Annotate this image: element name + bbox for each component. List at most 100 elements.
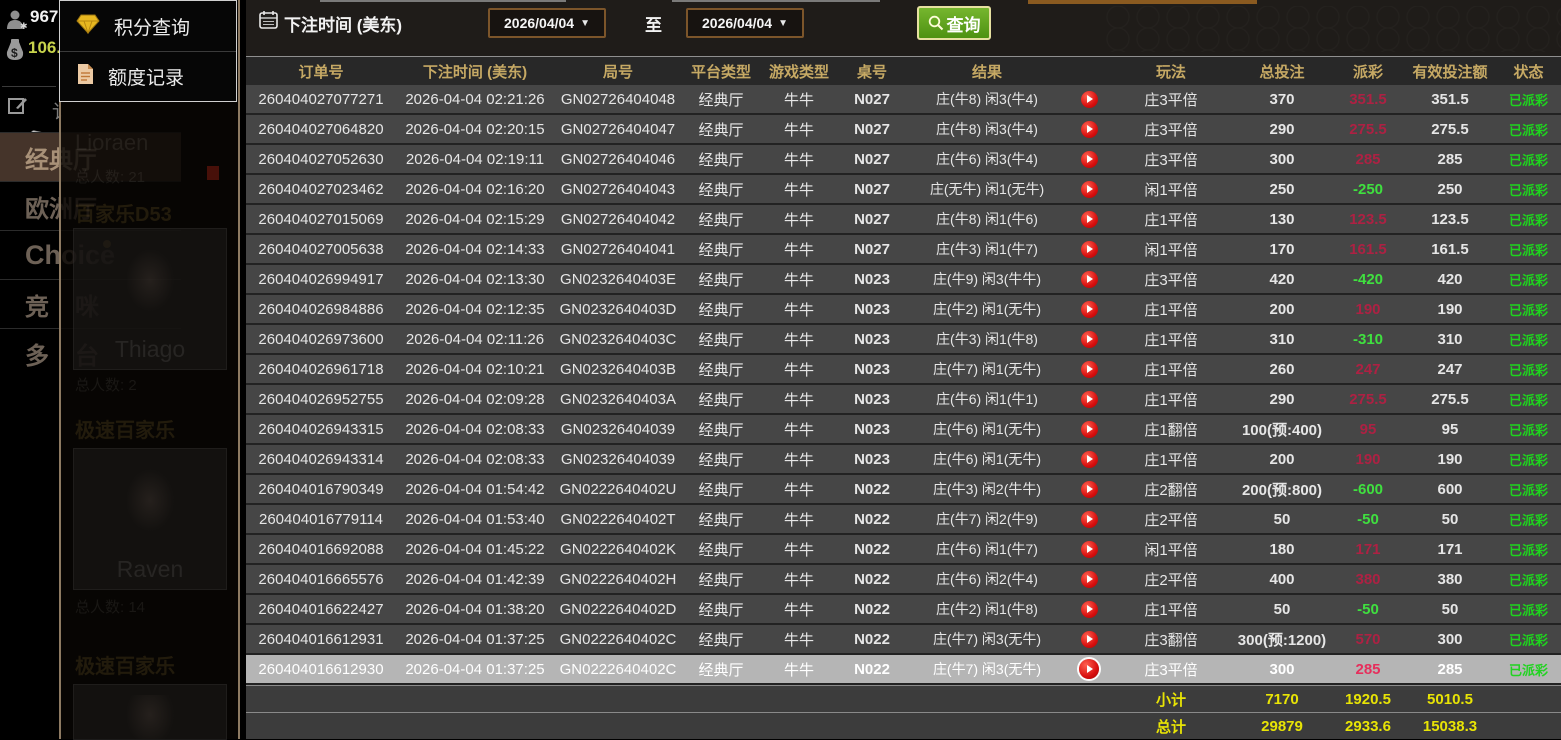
cell-result: 庄(牛3) 闲2(牛牛) bbox=[906, 475, 1068, 503]
lobby-player-count: 总人数: 21 bbox=[75, 166, 145, 187]
play-replay-button[interactable] bbox=[1081, 301, 1098, 318]
cell-total-bet: 290 bbox=[1232, 115, 1332, 143]
table-row[interactable]: 2604040269848862026-04-04 02:12:35GN0232… bbox=[246, 295, 1561, 325]
play-replay-button[interactable] bbox=[1081, 241, 1098, 258]
cell-total-bet: 300 bbox=[1232, 655, 1332, 683]
cell-play-type: 庄2翻倍 bbox=[1110, 475, 1232, 503]
cell-game-type: 牛牛 bbox=[760, 115, 838, 143]
cell-order-number: 260404026943315 bbox=[246, 415, 396, 443]
cell-result: 庄(牛7) 闲1(无牛) bbox=[906, 355, 1068, 383]
cell-round-number: GN02726404041 bbox=[554, 235, 682, 263]
table-row[interactable]: 2604040166920882026-04-04 01:45:22GN0222… bbox=[246, 535, 1561, 565]
cell-table-number: N023 bbox=[838, 415, 906, 443]
table-row[interactable]: 2604040269617182026-04-04 02:10:21GN0232… bbox=[246, 355, 1561, 385]
table-row[interactable]: 2604040270150692026-04-04 02:15:29GN0272… bbox=[246, 205, 1561, 235]
menu-item-label: 额度记录 bbox=[108, 63, 184, 90]
cell-game-type: 牛牛 bbox=[760, 415, 838, 443]
lobby-player-count: 总人数: 2 bbox=[75, 374, 137, 395]
table-row[interactable]: 2604040166129302026-04-04 01:37:25GN0222… bbox=[246, 655, 1561, 685]
cell-bet-time: 2026-04-04 01:37:25 bbox=[396, 625, 554, 653]
cell-table-number: N022 bbox=[838, 595, 906, 623]
cell-round-number: GN02326404039 bbox=[554, 445, 682, 473]
cell-payout: 247 bbox=[1332, 355, 1404, 383]
play-replay-button[interactable] bbox=[1081, 481, 1098, 498]
play-replay-button[interactable] bbox=[1081, 181, 1098, 198]
table-row[interactable]: 2604040269736002026-04-04 02:11:26GN0232… bbox=[246, 325, 1561, 355]
play-replay-button[interactable] bbox=[1081, 541, 1098, 558]
cell-status: 已派彩 bbox=[1496, 145, 1561, 173]
table-row[interactable]: 2604040269433152026-04-04 02:08:33GN0232… bbox=[246, 415, 1561, 445]
table-row[interactable]: 2604040270648202026-04-04 02:20:15GN0272… bbox=[246, 115, 1561, 145]
cell-order-number: 260404016612930 bbox=[246, 655, 396, 683]
table-row[interactable]: 2604040270772712026-04-04 02:21:26GN0272… bbox=[246, 85, 1561, 115]
cell-play-type: 闲1平倍 bbox=[1110, 235, 1232, 263]
play-replay-button[interactable] bbox=[1081, 631, 1098, 648]
play-replay-button[interactable] bbox=[1081, 601, 1098, 618]
table-row[interactable]: 2604040270056382026-04-04 02:14:33GN0272… bbox=[246, 235, 1561, 265]
play-replay-button[interactable] bbox=[1081, 331, 1098, 348]
cell-payout: 95 bbox=[1332, 415, 1404, 443]
table-row[interactable]: 2604040166224272026-04-04 01:38:20GN0222… bbox=[246, 595, 1561, 625]
divider bbox=[2, 86, 56, 87]
play-replay-button[interactable] bbox=[1081, 391, 1098, 408]
cell-order-number: 260404027064820 bbox=[246, 115, 396, 143]
cell-platform-type: 经典厅 bbox=[682, 505, 760, 533]
table-row[interactable]: 2604040270234622026-04-04 02:16:20GN0272… bbox=[246, 175, 1561, 205]
cell-valid-bet: 285 bbox=[1404, 145, 1496, 173]
table-row[interactable]: 2604040166655762026-04-04 01:42:39GN0222… bbox=[246, 565, 1561, 595]
column-header: 局号 bbox=[554, 57, 682, 85]
cell-result: 庄(牛8) 闲3(牛4) bbox=[906, 115, 1068, 143]
table-row[interactable]: 2604040166129312026-04-04 01:37:25GN0222… bbox=[246, 625, 1561, 655]
cell-play-type: 庄1平倍 bbox=[1110, 595, 1232, 623]
cell-valid-bet: 123.5 bbox=[1404, 205, 1496, 233]
cell-replay bbox=[1068, 415, 1110, 443]
cell-replay bbox=[1068, 445, 1110, 473]
summary-total-bet: 7170 bbox=[1232, 686, 1332, 712]
cell-bet-time: 2026-04-04 02:11:26 bbox=[396, 325, 554, 353]
diamond-icon bbox=[76, 14, 100, 39]
play-replay-button[interactable] bbox=[1081, 91, 1098, 108]
cell-platform-type: 经典厅 bbox=[682, 565, 760, 593]
date-to-picker[interactable]: 2026/04/04 ▼ bbox=[686, 8, 804, 38]
cell-bet-time: 2026-04-04 02:16:20 bbox=[396, 175, 554, 203]
table-row[interactable]: 2604040167791142026-04-04 01:53:40GN0222… bbox=[246, 505, 1561, 535]
cell-game-type: 牛牛 bbox=[760, 85, 838, 113]
play-replay-button[interactable] bbox=[1081, 211, 1098, 228]
cell-bet-time: 2026-04-04 02:15:29 bbox=[396, 205, 554, 233]
summary-row: 总计298792933.615038.3 bbox=[246, 712, 1561, 739]
play-replay-button[interactable] bbox=[1081, 271, 1098, 288]
cell-status: 已派彩 bbox=[1496, 385, 1561, 413]
play-replay-button[interactable] bbox=[1081, 121, 1098, 138]
play-replay-button[interactable] bbox=[1079, 659, 1099, 679]
play-replay-button[interactable] bbox=[1081, 571, 1098, 588]
date-from-picker[interactable]: 2026/04/04 ▼ bbox=[488, 8, 606, 38]
menu-item-0[interactable]: 积分查询 bbox=[60, 1, 236, 51]
play-replay-button[interactable] bbox=[1081, 151, 1098, 168]
money-bag-icon: $ bbox=[3, 36, 27, 62]
column-header-spacer bbox=[1068, 57, 1110, 85]
table-row[interactable]: 2604040270526302026-04-04 02:19:11GN0272… bbox=[246, 145, 1561, 175]
search-button[interactable]: 查询 bbox=[917, 6, 991, 40]
cell-status: 已派彩 bbox=[1496, 205, 1561, 233]
cell-status: 已派彩 bbox=[1496, 265, 1561, 293]
cell-table-number: N027 bbox=[838, 145, 906, 173]
menu-item-1[interactable]: 额度记录 bbox=[60, 51, 236, 101]
play-replay-button[interactable] bbox=[1081, 361, 1098, 378]
cell-table-number: N023 bbox=[838, 445, 906, 473]
play-replay-button[interactable] bbox=[1081, 421, 1098, 438]
cell-play-type: 庄3平倍 bbox=[1110, 655, 1232, 683]
cell-table-number: N022 bbox=[838, 535, 906, 563]
table-row[interactable]: 2604040269433142026-04-04 02:08:33GN0232… bbox=[246, 445, 1561, 475]
cell-valid-bet: 190 bbox=[1404, 295, 1496, 323]
table-row[interactable]: 2604040269949172026-04-04 02:13:30GN0232… bbox=[246, 265, 1561, 295]
play-replay-button[interactable] bbox=[1081, 511, 1098, 528]
table-row[interactable]: 2604040167903492026-04-04 01:54:42GN0222… bbox=[246, 475, 1561, 505]
cell-result: 庄(无牛) 闲1(无牛) bbox=[906, 175, 1068, 203]
cell-platform-type: 经典厅 bbox=[682, 535, 760, 563]
column-header: 派彩 bbox=[1332, 57, 1404, 85]
table-row[interactable]: 2604040269527552026-04-04 02:09:28GN0232… bbox=[246, 385, 1561, 415]
play-replay-button[interactable] bbox=[1081, 451, 1098, 468]
cell-round-number: GN02726404043 bbox=[554, 175, 682, 203]
date-to-value: 2026/04/04 bbox=[702, 15, 772, 31]
edit-icon[interactable] bbox=[8, 96, 28, 116]
